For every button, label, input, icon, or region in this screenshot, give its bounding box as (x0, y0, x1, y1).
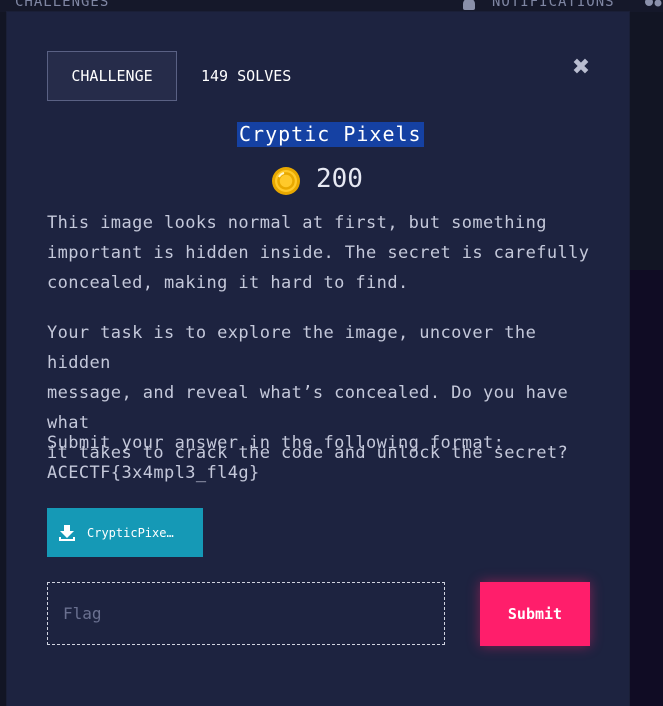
users-icon (645, 0, 662, 7)
submit-button[interactable]: Submit (480, 582, 590, 646)
close-icon[interactable]: ✖ (571, 57, 591, 79)
flag-input[interactable] (47, 582, 445, 645)
download-icon (59, 524, 75, 541)
tab-challenge-label: CHALLENGE (71, 67, 153, 85)
challenge-points: 200 (316, 164, 363, 194)
challenge-modal: CHALLENGE 149 SOLVES ✖ Cryptic Pixels 20… (7, 12, 629, 706)
tab-challenge[interactable]: CHALLENGE (47, 51, 177, 101)
download-file-label: CrypticPixe… (87, 525, 174, 540)
tab-solves[interactable]: 149 SOLVES (201, 67, 291, 85)
download-file-button[interactable]: CrypticPixe… (47, 508, 203, 557)
nav-challenges-link[interactable]: CHALLENGES (15, 0, 109, 10)
coin-icon (272, 167, 300, 195)
description-paragraph-3: Submit your answer in the following form… (47, 433, 505, 483)
description-paragraph-1: This image looks normal at first, but so… (47, 213, 590, 293)
top-nav: CHALLENGES NOTIFICATIONS (0, 0, 663, 12)
bell-icon (463, 0, 475, 10)
challenge-title: Cryptic Pixels (237, 122, 424, 147)
nav-notifications-link[interactable]: NOTIFICATIONS (492, 0, 615, 10)
